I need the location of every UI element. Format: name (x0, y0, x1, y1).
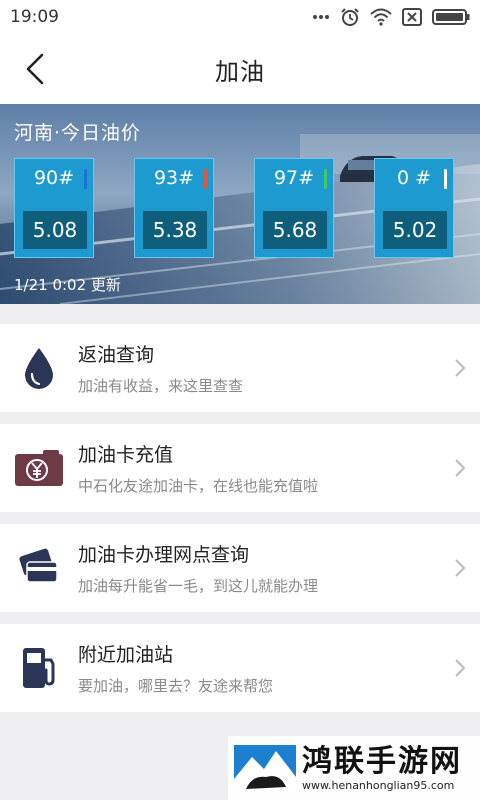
status-icons (312, 7, 470, 27)
page-title: 加油 (215, 57, 265, 86)
update-time: 1/21 0:02 更新 (14, 276, 121, 294)
alarm-icon (340, 7, 360, 27)
fuel-price-value: 5.38 (143, 211, 207, 249)
menu-item-title: 附近加油站 (78, 644, 174, 666)
menu-item-subtitle: 中石化友途加油卡，在线也能充值啦 (78, 477, 319, 495)
cards-icon (0, 548, 78, 588)
menu-item-outlet-query[interactable]: 加油卡办理网点查询 加油每升能省一毛，到这儿就能办理 (0, 524, 480, 612)
price-card-93: 93# 5.38 (134, 158, 214, 258)
price-card-0: 0 # 5.02 (374, 158, 454, 258)
fuel-grade-label: 93# (153, 167, 195, 189)
price-card-90: 90# 5.08 (14, 158, 94, 258)
price-card-97: 97# 5.68 (254, 158, 334, 258)
watermark-logo-icon (234, 745, 296, 793)
menu-item-card-recharge[interactable]: 加油卡充值 中石化友途加油卡，在线也能充值啦 (0, 424, 480, 512)
service-menu: 返油查询 加油有收益，来这里查查 加油卡充值 中石化友途加油卡，在线也能充值啦 … (0, 324, 480, 712)
menu-item-nearby-stations[interactable]: 附近加油站 要加油，哪里去？友途来帮您 (0, 624, 480, 712)
nav-bar: 加油 (0, 34, 480, 104)
status-time: 19:09 (10, 7, 59, 27)
gas-pump-icon (0, 646, 78, 690)
grade-color-mark (444, 169, 447, 189)
menu-item-title: 加油卡充值 (78, 444, 174, 466)
wifi-icon (370, 8, 392, 26)
menu-item-title: 返油查询 (78, 344, 155, 366)
watermark-brand: 鸿联手游网 (302, 743, 462, 779)
sim-off-icon (402, 8, 422, 26)
menu-item-subtitle: 要加油，哪里去？友途来帮您 (78, 677, 274, 695)
oil-drop-icon (0, 346, 78, 390)
fuel-price-value: 5.08 (23, 211, 87, 249)
back-button[interactable] (18, 52, 52, 86)
watermark-url: www.henanhonglian95.com (302, 778, 455, 792)
chevron-right-icon (440, 358, 480, 378)
fuel-grade-label: 97# (273, 167, 315, 189)
menu-item-rebate-query[interactable]: 返油查询 加油有收益，来这里查查 (0, 324, 480, 412)
fuel-grade-label: 90# (33, 167, 75, 189)
more-dots-icon (312, 14, 330, 20)
battery-icon (432, 8, 470, 26)
chevron-left-icon (26, 53, 44, 85)
watermark: 鸿联手游网 www.henanhonglian95.com (228, 736, 480, 800)
menu-item-subtitle: 加油每升能省一毛，到这儿就能办理 (78, 577, 319, 595)
grade-color-mark (204, 169, 207, 189)
grade-color-mark (84, 169, 87, 189)
chevron-right-icon (440, 558, 480, 578)
yen-wallet-icon (0, 448, 78, 488)
status-bar: 19:09 (0, 0, 480, 34)
fuel-grade-label: 0 # (396, 167, 432, 189)
chevron-right-icon (440, 458, 480, 478)
menu-item-subtitle: 加油有收益，来这里查查 (78, 377, 244, 395)
fuel-price-value: 5.68 (263, 211, 327, 249)
grade-color-mark (324, 169, 327, 189)
fuel-price-value: 5.02 (383, 211, 447, 249)
oil-price-banner: 河南·今日油价 90# 5.08 93# 5.38 97# 5.68 0 # 5… (0, 104, 480, 304)
menu-item-title: 加油卡办理网点查询 (78, 544, 250, 566)
chevron-right-icon (440, 658, 480, 678)
banner-title: 河南·今日油价 (14, 122, 142, 144)
